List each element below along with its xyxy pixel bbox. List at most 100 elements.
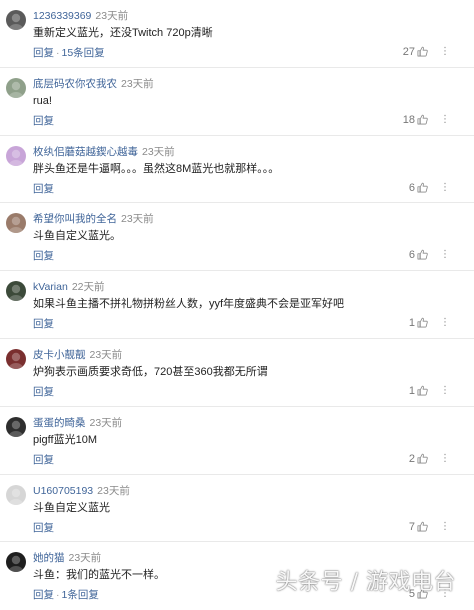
comment-item: 1236339369 23天前 重新定义蓝光，还没Twitch 720p清晰 回复 · 1… (0, 0, 474, 68)
like-button[interactable]: 6 (409, 181, 428, 195)
comment-actions: 回复 (33, 317, 54, 331)
more-options-icon[interactable]: ⋮ (440, 248, 450, 262)
comment-time: 23天前 (89, 348, 123, 361)
comment-item: kVarian 22天前如果斗鱼主播不拼礼物拼粉丝人数，yyf年度盛典不会是亚军好… (0, 271, 474, 339)
comment-actions: 回复 (33, 521, 54, 535)
avatar-image-icon (9, 81, 23, 98)
avatar[interactable] (6, 348, 26, 369)
like-button[interactable]: 18 (403, 113, 428, 127)
reply-button[interactable]: 回复 (33, 589, 54, 601)
avatar-image-icon (9, 149, 23, 166)
comment-meta: 底层码农你农我农 23天前 (33, 77, 154, 91)
username-link[interactable]: 枚纨佀蘑菇越鍥心越毒 (33, 146, 138, 158)
comment-actions: 回复 (33, 182, 54, 196)
username-link[interactable]: kVarian (33, 281, 68, 293)
like-count: 6 (408, 249, 415, 262)
comment-list: 1236339369 23天前 重新定义蓝光，还没Twitch 720p清晰 回复 · 1… (0, 0, 474, 610)
like-count: 6 (408, 181, 415, 194)
comment-text: rua! (33, 94, 52, 107)
thumbs-up-icon (417, 46, 428, 57)
comment-actions: 回复 (33, 385, 54, 399)
like-count: 2 (408, 452, 415, 465)
like-count: 27 (402, 46, 415, 58)
reply-button[interactable]: 回复 (33, 522, 54, 534)
avatar[interactable] (6, 10, 26, 30)
avatar-image-icon (9, 352, 23, 369)
avatar[interactable] (6, 281, 26, 302)
username-link[interactable]: 皮卡小靓靓 (33, 349, 86, 361)
more-options-icon[interactable]: ⋮ (440, 113, 450, 127)
comment-text: 斗鱼自定义蓝光。 (33, 230, 121, 243)
avatar[interactable] (6, 77, 26, 98)
comment-text: pigff蓝光10M (33, 433, 97, 446)
thumbs-up-icon (417, 521, 428, 532)
comment-time: 23天前 (89, 416, 123, 429)
comment-time: 22天前 (71, 281, 105, 294)
thumbs-up-icon (417, 182, 428, 193)
username-link[interactable]: U160705193 (33, 485, 93, 497)
like-button[interactable]: 27 (403, 45, 428, 59)
comment-time: 23天前 (97, 484, 130, 497)
username-link[interactable]: 底层码农你农我农 (33, 78, 117, 90)
username-link[interactable]: 1236339369 (33, 10, 91, 22)
avatar-image-icon (9, 13, 23, 30)
avatar[interactable] (6, 484, 26, 505)
reply-button[interactable]: 回复 (33, 115, 54, 127)
avatar-image-icon (9, 284, 23, 302)
more-options-icon[interactable]: ⋮ (440, 520, 450, 534)
reply-button[interactable]: 回复 (33, 454, 54, 466)
like-count: 18 (402, 113, 415, 126)
comment-meta: 蛋蛋的畸桑 23天前 (33, 416, 122, 430)
comment-time: 23天前 (121, 77, 154, 90)
avatar[interactable] (6, 552, 26, 573)
like-button[interactable]: 1 (409, 316, 428, 330)
thumbs-up-icon (417, 317, 428, 328)
more-options-icon[interactable]: ⋮ (440, 45, 450, 59)
comment-text: 斗鱼：我们的蓝光不一样。 (33, 569, 165, 582)
comment-actions: 回复 · 1条回复 (33, 588, 99, 602)
more-options-icon[interactable]: ⋮ (440, 452, 450, 466)
view-replies-link[interactable]: 15条回复 (62, 47, 105, 59)
comment-meta: 希望你叫我的全名 23天前 (33, 212, 154, 226)
reply-button[interactable]: 回复 (33, 386, 54, 398)
comment-text: 如果斗鱼主播不拼礼物拼粉丝人数，yyf年度盛典不会是亚军好吧 (33, 298, 345, 311)
avatar-image-icon (9, 217, 23, 234)
more-options-icon[interactable]: ⋮ (440, 181, 450, 195)
more-options-icon[interactable]: ⋮ (440, 384, 450, 398)
comment-actions: 回复 (33, 453, 54, 467)
like-button[interactable]: 2 (409, 452, 428, 466)
comment-item: 底层码农你农我农 23天前 rua! 回复 18 ⋮ (0, 68, 474, 136)
comment-meta: 枚纨佀蘑菇越鍥心越毒 23天前 (33, 145, 175, 159)
comment-meta: 她的猫 23天前 (33, 551, 101, 565)
avatar[interactable] (6, 416, 26, 437)
comment-text: 炉狗表示画质要求奇低，720甚至360我都无所谓 (33, 365, 268, 378)
avatar-image-icon (9, 420, 23, 437)
username-link[interactable]: 希望你叫我的全名 (33, 213, 117, 225)
comment-meta: U160705193 23天前 (33, 484, 130, 498)
avatar[interactable] (6, 213, 26, 234)
username-link[interactable]: 她的猫 (33, 552, 65, 564)
comment-meta: kVarian 22天前 (33, 280, 105, 294)
comment-text: 胖头鱼还是牛逼啊。。。虽然这8M蓝光也就那样。。。 (33, 162, 280, 175)
separator-dot: · (56, 47, 60, 59)
comment-item: 希望你叫我的全名 23天前 斗鱼自定义蓝光。 回复 6 ⋮ (0, 203, 474, 272)
avatar[interactable] (6, 145, 26, 166)
comment-actions: 回复 (33, 114, 54, 128)
more-options-icon[interactable]: ⋮ (440, 316, 450, 330)
username-link[interactable]: 蛋蛋的畸桑 (33, 417, 86, 429)
comment-text: 重新定义蓝光，还没Twitch 720p清晰 (33, 27, 213, 39)
comment-actions: 回复 (33, 249, 54, 263)
like-button[interactable]: 7 (409, 520, 428, 534)
comment-text: 斗鱼自定义蓝光 (33, 501, 110, 514)
like-button[interactable]: 1 (409, 384, 428, 398)
comment-item: 皮卡小靓靓 23天前炉狗表示画质要求奇低，720甚至360我都无所谓 回复 1 ⋮ (0, 339, 474, 407)
like-count: 1 (408, 384, 415, 397)
reply-button[interactable]: 回复 (33, 183, 54, 195)
comment-item: 蛋蛋的畸桑 23天前 pigff蓝光10M 回复 2 ⋮ (0, 407, 474, 475)
reply-button[interactable]: 回复 (33, 250, 54, 262)
reply-button[interactable]: 回复 (33, 318, 54, 330)
like-button[interactable]: 6 (409, 248, 428, 262)
view-replies-link[interactable]: 1条回复 (62, 589, 99, 601)
thumbs-up-icon (417, 385, 428, 396)
reply-button[interactable]: 回复 (33, 47, 54, 59)
